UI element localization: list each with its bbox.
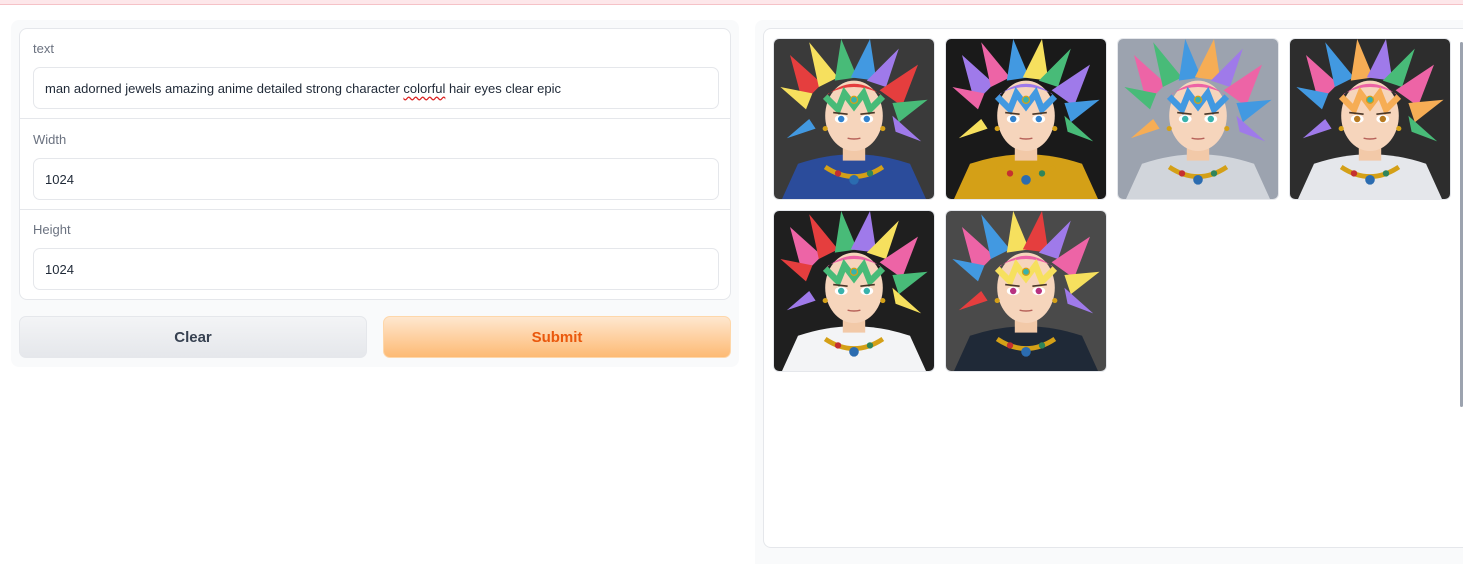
prompt-text-part-1: man adorned jewels amazing anime detaile… — [45, 80, 404, 96]
width-input[interactable] — [33, 158, 719, 200]
image-gallery — [763, 28, 1463, 548]
height-input[interactable] — [33, 248, 719, 290]
clear-button[interactable]: Clear — [19, 316, 367, 358]
generated-image-3[interactable] — [1117, 38, 1279, 200]
generated-image-2[interactable] — [945, 38, 1107, 200]
generated-image-6[interactable] — [945, 210, 1107, 372]
text-field-block: text man adorned jewels amazing anime de… — [20, 29, 730, 119]
form-card: text man adorned jewels amazing anime de… — [19, 28, 731, 300]
prompt-text-part-2: hair eyes clear epic — [445, 80, 561, 96]
generated-image-5[interactable] — [773, 210, 935, 372]
misspelled-word: colorful — [403, 80, 446, 96]
submit-button[interactable]: Submit — [383, 316, 731, 358]
top-border-strip — [0, 0, 1463, 5]
height-label: Height — [33, 222, 71, 237]
width-field-block: Width — [20, 120, 730, 210]
height-field-block: Height — [20, 210, 730, 299]
generated-image-4[interactable] — [1289, 38, 1451, 200]
input-panel: text man adorned jewels amazing anime de… — [11, 20, 739, 367]
prompt-input[interactable]: man adorned jewels amazing anime detaile… — [33, 67, 719, 109]
text-label: text — [33, 41, 54, 56]
width-label: Width — [33, 132, 67, 147]
generated-image-1[interactable] — [773, 38, 935, 200]
